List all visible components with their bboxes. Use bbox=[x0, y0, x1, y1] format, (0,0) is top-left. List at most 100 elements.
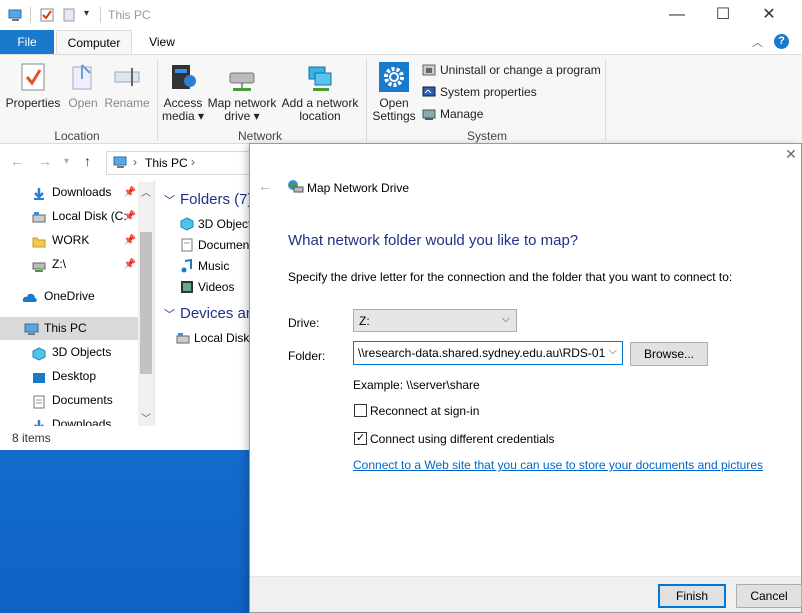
manage-icon bbox=[422, 107, 436, 121]
different-credentials-checkbox[interactable]: ✓ bbox=[354, 432, 367, 445]
settings-gear-icon bbox=[379, 61, 409, 93]
add-network-location-label-line2: location bbox=[299, 109, 341, 123]
system-properties-button[interactable]: System properties bbox=[422, 83, 537, 101]
open-settings-button[interactable]: Open Settings bbox=[370, 61, 418, 123]
folders-section-header[interactable]: Folders (7) bbox=[180, 191, 250, 208]
help-icon[interactable]: ? bbox=[774, 34, 789, 49]
divider bbox=[100, 7, 101, 23]
web-site-link[interactable]: Connect to a Web site that you can use t… bbox=[353, 458, 763, 472]
manage-button[interactable]: Manage bbox=[422, 105, 483, 123]
music-icon bbox=[180, 258, 194, 273]
folder-3d-objects[interactable]: 3D Objects bbox=[180, 214, 250, 234]
folder-input-value[interactable]: \\research-data.shared.sydney.edu.au\RDS… bbox=[358, 346, 605, 360]
map-network-drive-button[interactable]: Map network drive ▾ bbox=[206, 61, 278, 123]
back-arrow-icon[interactable]: ← bbox=[258, 178, 272, 194]
nav-item-downloads-pc[interactable]: Downloads bbox=[0, 413, 138, 426]
uninstall-label: Uninstall or change a program bbox=[440, 63, 601, 77]
pin-icon[interactable]: 📌 bbox=[124, 253, 136, 276]
status-item-count: 8 items bbox=[12, 431, 51, 445]
nav-item-label: WORK bbox=[52, 233, 90, 247]
folder-documents[interactable]: Documents bbox=[180, 235, 250, 255]
nav-item-documents[interactable]: Documents bbox=[0, 389, 138, 412]
close-icon[interactable]: ✕ bbox=[783, 146, 799, 162]
breadcrumb-chevron-icon[interactable]: › bbox=[191, 155, 195, 169]
folder-label: 3D Objects bbox=[198, 217, 250, 231]
map-network-drive-dialog: ✕ ← Map Network Drive What network folde… bbox=[249, 143, 802, 613]
devices-section-header[interactable]: Devices and drives bbox=[180, 305, 250, 322]
different-credentials-label[interactable]: Connect using different credentials bbox=[370, 432, 555, 446]
folder-label: Videos bbox=[198, 280, 235, 294]
group-divider bbox=[366, 59, 367, 141]
properties-icon bbox=[18, 61, 48, 93]
nav-item-desktop[interactable]: Desktop bbox=[0, 365, 138, 388]
forward-arrow-icon[interactable]: → bbox=[38, 153, 52, 169]
add-network-location-button[interactable]: Add a network location bbox=[280, 61, 360, 123]
properties-button[interactable]: Properties bbox=[4, 61, 62, 110]
local-disk-icon bbox=[176, 331, 190, 345]
nav-item-label: OneDrive bbox=[44, 289, 95, 303]
pin-icon[interactable]: 📌 bbox=[124, 229, 136, 252]
nav-item-work[interactable]: WORK 📌 bbox=[0, 229, 138, 252]
breadcrumb-this-pc[interactable]: This PC bbox=[145, 156, 188, 170]
tab-file[interactable]: File bbox=[0, 30, 54, 54]
reconnect-label[interactable]: Reconnect at sign-in bbox=[370, 404, 479, 418]
pane-divider[interactable] bbox=[154, 180, 155, 426]
nav-item-z-drive[interactable]: Z:\ 📌 bbox=[0, 253, 138, 276]
window-title: This PC bbox=[108, 8, 151, 22]
folder-label: Folder: bbox=[288, 349, 326, 363]
customize-quick-access-chevron-icon[interactable]: ▾ bbox=[84, 8, 98, 22]
new-folder-icon[interactable] bbox=[62, 8, 76, 22]
chevron-down-icon[interactable]: ⌵ bbox=[609, 345, 617, 358]
recent-locations-chevron-icon[interactable]: ▾ bbox=[64, 156, 69, 167]
collapse-ribbon-chevron-icon[interactable]: ︿ bbox=[752, 34, 763, 50]
3d-objects-icon bbox=[180, 217, 194, 231]
nav-item-3d-objects[interactable]: 3D Objects bbox=[0, 341, 138, 364]
folder-music[interactable]: Music bbox=[180, 256, 229, 276]
collapse-chevron-icon[interactable]: ﹀ bbox=[164, 192, 175, 208]
pin-icon[interactable]: 📌 bbox=[124, 205, 136, 228]
collapse-chevron-icon[interactable]: ﹀ bbox=[164, 306, 175, 322]
uninstall-program-button[interactable]: Uninstall or change a program bbox=[422, 61, 601, 79]
nav-item-onedrive[interactable]: OneDrive bbox=[0, 285, 138, 308]
close-button[interactable]: ✕ bbox=[746, 0, 792, 30]
navigation-scrollbar[interactable]: ︿ ﹀ bbox=[138, 182, 154, 426]
scroll-up-chevron-icon[interactable]: ︿ bbox=[141, 184, 151, 199]
minimize-button[interactable]: — bbox=[654, 0, 700, 30]
nav-item-this-pc[interactable]: This PC bbox=[0, 317, 138, 340]
drive-select-value: Z: bbox=[359, 314, 370, 328]
cancel-button[interactable]: Cancel bbox=[736, 584, 802, 608]
rename-button[interactable]: Rename bbox=[104, 61, 150, 110]
device-local-disk[interactable]: Local Disk (C:) bbox=[176, 328, 250, 348]
nav-item-downloads[interactable]: Downloads 📌 bbox=[0, 181, 138, 204]
nav-item-local-disk[interactable]: Local Disk (C: 📌 bbox=[0, 205, 138, 228]
maximize-button[interactable]: ☐ bbox=[700, 0, 746, 30]
divider bbox=[30, 7, 31, 23]
folder-videos[interactable]: Videos bbox=[180, 277, 234, 297]
open-button[interactable]: Open bbox=[64, 61, 102, 110]
folder-label: Documents bbox=[198, 238, 250, 252]
breadcrumb-chevron-icon[interactable]: › bbox=[133, 155, 137, 169]
nav-item-label: 3D Objects bbox=[52, 345, 112, 359]
reconnect-checkbox[interactable] bbox=[354, 404, 367, 417]
folder-label: Music bbox=[198, 259, 230, 273]
pin-icon[interactable]: 📌 bbox=[124, 181, 136, 204]
drive-label: Drive: bbox=[288, 316, 320, 330]
group-label-network: Network bbox=[237, 129, 282, 143]
browse-button[interactable]: Browse... bbox=[630, 342, 708, 366]
finish-button[interactable]: Finish bbox=[658, 584, 726, 608]
up-arrow-icon[interactable]: ↑ bbox=[84, 153, 91, 169]
scrollbar-thumb[interactable] bbox=[140, 232, 152, 374]
properties-check-icon[interactable] bbox=[40, 8, 54, 22]
back-arrow-icon[interactable]: ← bbox=[10, 153, 24, 169]
navigation-pane: Downloads 📌 Local Disk (C: 📌 WORK 📌 Z:\ … bbox=[0, 180, 154, 426]
chevron-down-icon: ⌵ bbox=[501, 313, 510, 325]
tab-view[interactable]: View bbox=[140, 30, 184, 54]
tab-computer[interactable]: Computer bbox=[56, 30, 132, 55]
nav-item-label: Documents bbox=[52, 393, 113, 407]
folder-combobox[interactable]: \\research-data.shared.sydney.edu.au\RDS… bbox=[353, 341, 623, 365]
drive-select[interactable]: Z: ⌵ bbox=[353, 309, 517, 332]
network-drive-icon bbox=[286, 179, 304, 195]
access-media-button[interactable]: Access media ▾ bbox=[160, 61, 206, 123]
onedrive-cloud-icon bbox=[22, 290, 37, 304]
scroll-down-chevron-icon[interactable]: ﹀ bbox=[141, 410, 151, 425]
